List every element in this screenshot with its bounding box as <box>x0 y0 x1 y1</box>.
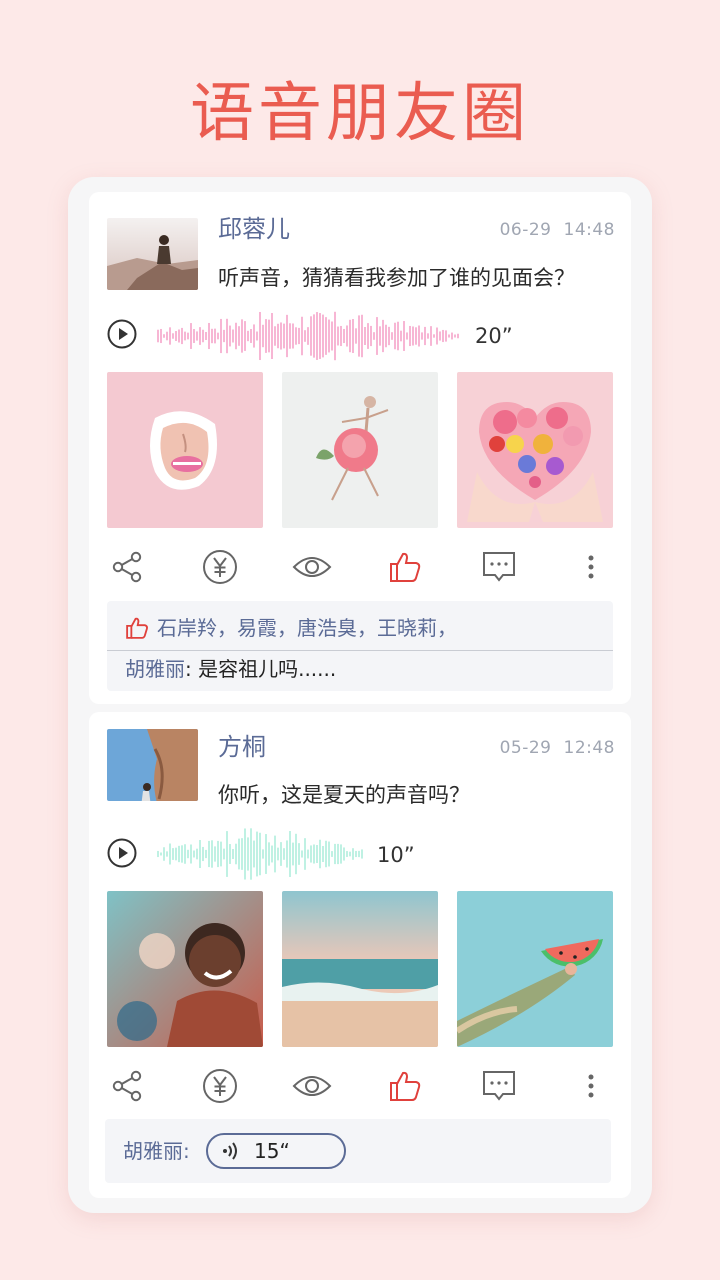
likes-list: 石岸羚，易霞，唐浩臭，王晓莉， <box>125 613 457 643</box>
comment-area: 石岸羚，易霞，唐浩臭，王晓莉， 胡雅丽: 是容祖儿吗...... <box>107 601 613 691</box>
author-name[interactable]: 邱蓉儿 <box>218 214 290 244</box>
voice-waveform[interactable] <box>155 826 365 882</box>
yuan-coin-icon <box>203 1069 237 1103</box>
reward-button[interactable] <box>200 547 240 587</box>
comment-bubble-icon <box>483 1071 515 1101</box>
comment-author[interactable]: 胡雅丽: <box>123 1139 190 1163</box>
share-button[interactable] <box>107 1066 147 1106</box>
share-button[interactable] <box>107 547 147 587</box>
more-button[interactable] <box>571 547 611 587</box>
eye-icon <box>292 557 332 577</box>
yuan-coin-icon <box>203 550 237 584</box>
views-button[interactable] <box>292 547 332 587</box>
likes-names[interactable]: 石岸羚，易霞，唐浩臭，王晓莉， <box>157 613 457 643</box>
comment-bubble-icon <box>483 552 515 582</box>
thumbs-up-icon <box>126 617 148 639</box>
like-button[interactable] <box>385 547 425 587</box>
play-icon[interactable] <box>107 319 137 349</box>
voice-waveform[interactable] <box>155 308 461 364</box>
post-photo[interactable] <box>107 372 263 528</box>
thumbs-up-icon <box>390 1071 421 1101</box>
comment-area: 胡雅丽: 15“ <box>105 1119 611 1183</box>
post-text: 你听，这是夏天的声音吗？ <box>218 783 470 807</box>
comment[interactable]: 胡雅丽: 是容祖儿吗...... <box>125 654 336 684</box>
voice-duration: 10” <box>377 843 415 867</box>
page-headline: 语音朋友圈 <box>190 77 530 151</box>
play-icon[interactable] <box>107 838 137 868</box>
more-vertical-icon <box>588 1074 594 1098</box>
voice-reply-button[interactable]: 15“ <box>206 1133 346 1169</box>
post-photo[interactable] <box>282 372 438 528</box>
screen: 语音朋友圈 邱蓉儿 06-2914:48 听声音，猜猜看我参加了谁的见面会？ <box>0 0 720 1280</box>
avatar[interactable] <box>107 729 198 801</box>
comment-button[interactable] <box>479 547 519 587</box>
author-name[interactable]: 方桐 <box>218 732 266 762</box>
voice-duration: 20” <box>475 324 513 348</box>
post-timestamp: 06-29 14:48 <box>499 220 615 240</box>
avatar[interactable] <box>107 218 198 290</box>
post-photo[interactable] <box>457 891 613 1047</box>
eye-icon <box>292 1076 332 1096</box>
like-button[interactable] <box>385 1066 425 1106</box>
post-card: 方桐 05-29 12:48 你听，这是夏天的声音吗？ 10” 胡雅丽: 15“ <box>89 712 631 1198</box>
reward-button[interactable] <box>200 1066 240 1106</box>
post-photo[interactable] <box>107 891 263 1047</box>
post-timestamp: 05-29 12:48 <box>499 738 615 758</box>
more-button[interactable] <box>571 1066 611 1106</box>
post-photo[interactable] <box>282 891 438 1047</box>
share-icon <box>112 551 142 583</box>
post-photo[interactable] <box>457 372 613 528</box>
voice-reply-duration: 15“ <box>254 1139 290 1163</box>
views-button[interactable] <box>292 1066 332 1106</box>
post-card: 邱蓉儿 06-29 14:48 听声音，猜猜看我参加了谁的见面会？ 20” 石岸… <box>89 192 631 704</box>
more-vertical-icon <box>588 555 594 579</box>
thumbs-up-icon <box>390 552 421 582</box>
comment-button[interactable] <box>479 1066 519 1106</box>
comment-author[interactable]: 胡雅丽 <box>125 657 185 681</box>
comment-text: : 是容祖儿吗...... <box>185 657 337 681</box>
comment: 胡雅丽: <box>123 1136 190 1166</box>
sound-wave-icon <box>223 1142 237 1160</box>
divider <box>107 650 613 651</box>
post-text: 听声音，猜猜看我参加了谁的见面会？ <box>218 266 575 290</box>
share-icon <box>112 1070 142 1102</box>
